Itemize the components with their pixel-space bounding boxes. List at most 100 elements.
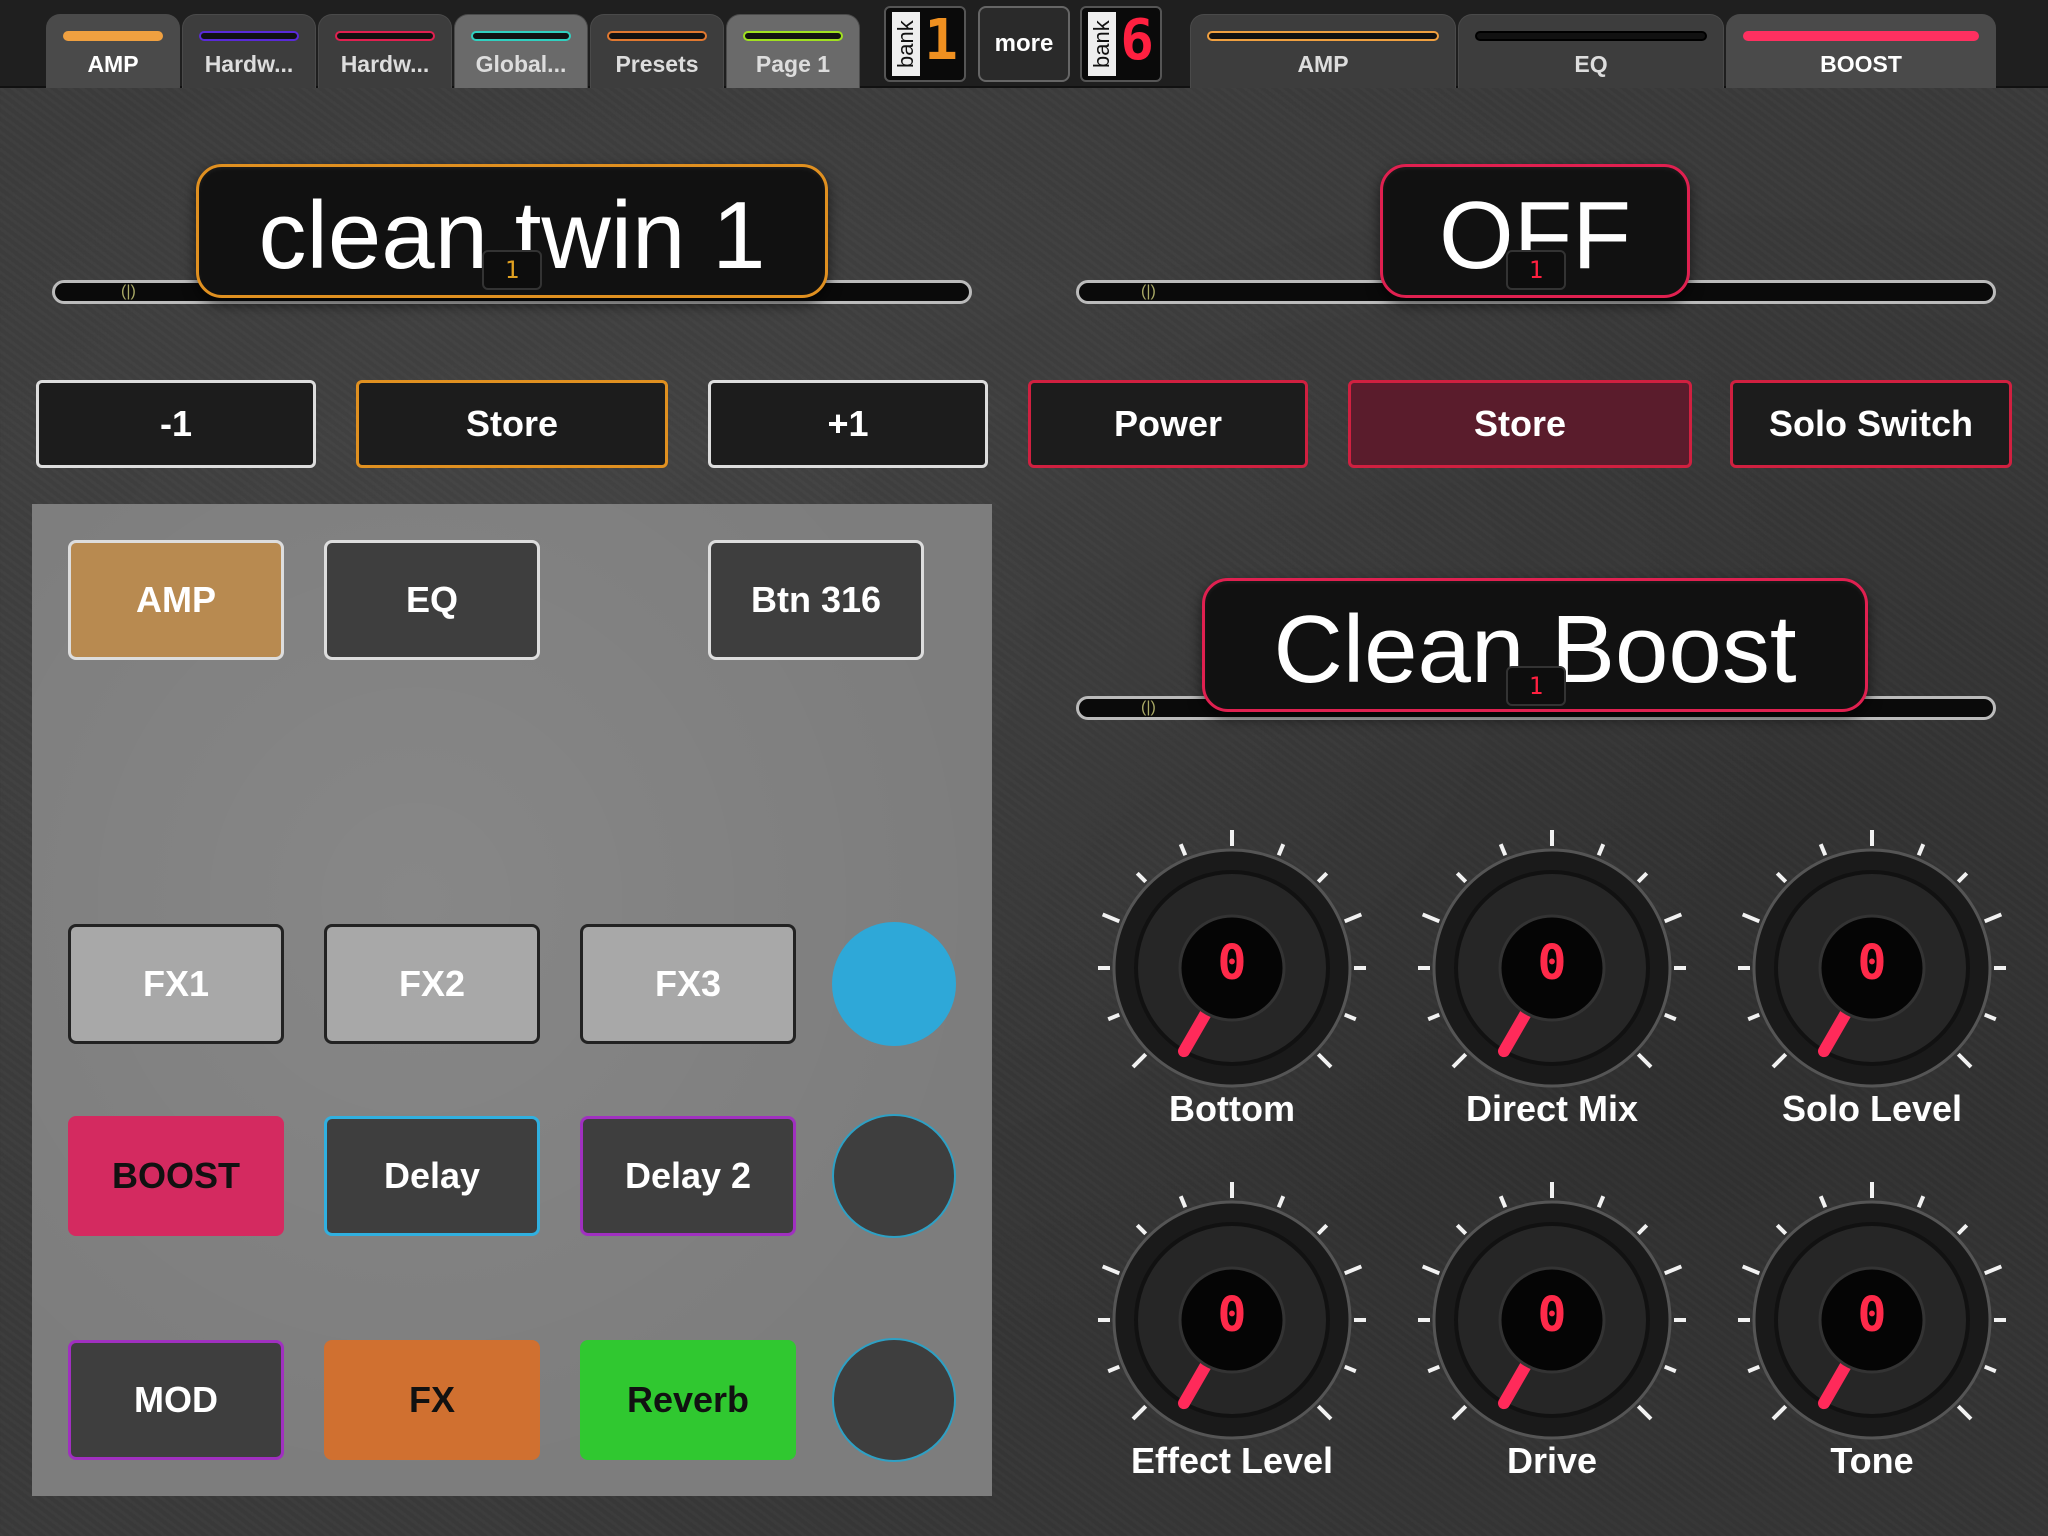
knob-tick <box>1178 843 1188 857</box>
knob-tick <box>1916 1195 1926 1209</box>
status-led-off[interactable] <box>832 1114 956 1238</box>
amp-store-button[interactable]: Store <box>356 380 668 468</box>
tab-right-eq[interactable]: EQ <box>1458 14 1724 88</box>
tab-color-bar <box>335 31 435 41</box>
knob-tick <box>1107 1012 1121 1022</box>
bank-word: bank <box>892 12 920 76</box>
status-led-on[interactable] <box>832 922 956 1046</box>
tab-color-bar <box>743 31 843 41</box>
bank-digit: 1 <box>924 8 958 73</box>
mod-button[interactable]: MOD <box>68 1340 284 1460</box>
slider-thumb[interactable]: (|) <box>1141 700 1156 716</box>
knob-tick <box>1956 1404 1973 1421</box>
knob-drive[interactable]: 0 Drive <box>1412 1182 1692 1482</box>
knob-tick <box>1451 1052 1468 1069</box>
more-button[interactable]: more <box>978 6 1070 82</box>
slider-thumb[interactable]: (|) <box>121 284 136 300</box>
knob-tick <box>1916 843 1926 857</box>
amp-toggle-button[interactable]: AMP <box>68 540 284 660</box>
boost-store-button[interactable]: Store <box>1348 380 1692 468</box>
fx1-button[interactable]: FX1 <box>68 924 284 1044</box>
knob-tick <box>1663 1264 1683 1276</box>
fx2-button[interactable]: FX2 <box>324 924 540 1044</box>
knob-tick <box>1663 1364 1677 1374</box>
power-button[interactable]: Power <box>1028 380 1308 468</box>
fx-button-panel: AMP EQ Btn 316 FX1 FX2 FX3 BOOST Delay D… <box>32 504 992 1496</box>
knob-tick <box>1983 912 2003 924</box>
knob-tick <box>1747 1364 1761 1374</box>
tab-color-bar <box>607 31 707 41</box>
tab-right-boost[interactable]: BOOST <box>1726 14 1996 88</box>
knob-tick <box>1596 1195 1606 1209</box>
knob-tick <box>1101 1264 1121 1276</box>
tab-color-bar <box>1743 31 1979 41</box>
knob-value: 0 <box>1857 935 1887 991</box>
amp-preset-led: 1 <box>482 250 542 290</box>
tab-hardware-1[interactable]: Hardw... <box>182 14 316 88</box>
tab-amp[interactable]: AMP <box>46 14 180 88</box>
fx3-button[interactable]: FX3 <box>580 924 796 1044</box>
knob-tick <box>1775 871 1788 884</box>
knob-tick <box>1818 843 1828 857</box>
knob-direct-mix[interactable]: 0 Direct Mix <box>1412 830 1692 1130</box>
bank-right-display[interactable]: bank 6 <box>1080 6 1162 82</box>
knob-value: 0 <box>1537 1287 1567 1343</box>
knob-tick <box>1178 1195 1188 1209</box>
knob-tick <box>1343 1264 1363 1276</box>
bank-left-display[interactable]: bank 1 <box>884 6 966 82</box>
knob-tick <box>1498 843 1508 857</box>
tab-label: AMP <box>87 51 139 77</box>
knob-tick <box>1498 1195 1508 1209</box>
knob-tick <box>1135 871 1148 884</box>
plus-one-button[interactable]: +1 <box>708 380 988 468</box>
top-bar: AMP Hardw... Hardw... Global... Presets … <box>0 0 2048 88</box>
knob-label: Direct Mix <box>1465 1088 1639 1129</box>
knob-tick <box>1983 1012 1997 1022</box>
knob-label: Drive <box>1506 1440 1598 1481</box>
knob-tick <box>1741 912 1761 924</box>
tab-page-1[interactable]: Page 1 <box>726 14 860 88</box>
boost-type-led: 1 <box>1506 666 1566 706</box>
eq-toggle-button[interactable]: EQ <box>324 540 540 660</box>
reverb-button[interactable]: Reverb <box>580 1340 796 1460</box>
knob-value: 0 <box>1217 1287 1247 1343</box>
bank-word: bank <box>1088 12 1116 76</box>
knob-tick <box>1956 1223 1969 1236</box>
tab-presets[interactable]: Presets <box>590 14 724 88</box>
status-led-off[interactable] <box>832 1338 956 1462</box>
knob-tick <box>1421 912 1441 924</box>
delay-2-button[interactable]: Delay 2 <box>580 1116 796 1236</box>
knob-solo-level[interactable]: 0 Solo Level <box>1732 830 2012 1130</box>
knob-tick <box>1636 1052 1653 1069</box>
btn-316-button[interactable]: Btn 316 <box>708 540 924 660</box>
knob-label: Tone <box>1830 1440 1914 1481</box>
knob-label: Effect Level <box>1130 1440 1334 1481</box>
knob-tick <box>1771 1404 1788 1421</box>
minus-one-button[interactable]: -1 <box>36 380 316 468</box>
slider-thumb[interactable]: (|) <box>1141 284 1156 300</box>
tab-label: Hardw... <box>204 51 294 77</box>
tab-right-amp[interactable]: AMP <box>1190 14 1456 88</box>
tab-global[interactable]: Global... <box>454 14 588 88</box>
solo-switch-button[interactable]: Solo Switch <box>1730 380 2012 468</box>
knob-tick <box>1451 1404 1468 1421</box>
knob-tick <box>1421 1264 1441 1276</box>
power-led: 1 <box>1506 250 1566 290</box>
knob-tone[interactable]: 0 Tone <box>1732 1182 2012 1482</box>
tab-label: EQ <box>1574 51 1608 77</box>
knob-tick <box>1427 1364 1441 1374</box>
knob-effect-level[interactable]: 0 Effect Level <box>1092 1182 1372 1482</box>
tab-hardware-2[interactable]: Hardw... <box>318 14 452 88</box>
tab-label: BOOST <box>1820 51 1902 77</box>
delay-button[interactable]: Delay <box>324 1116 540 1236</box>
fx-button[interactable]: FX <box>324 1340 540 1460</box>
tab-label: Page 1 <box>755 51 831 77</box>
boost-toggle-button[interactable]: BOOST <box>68 1116 284 1236</box>
knob-tick <box>1747 1012 1761 1022</box>
knob-value: 0 <box>1537 935 1567 991</box>
knob-tick <box>1636 871 1649 884</box>
tab-color-bar <box>63 31 163 41</box>
knob-tick <box>1131 1404 1148 1421</box>
knob-bottom[interactable]: 0 Bottom <box>1092 830 1372 1130</box>
knob-tick <box>1663 912 1683 924</box>
